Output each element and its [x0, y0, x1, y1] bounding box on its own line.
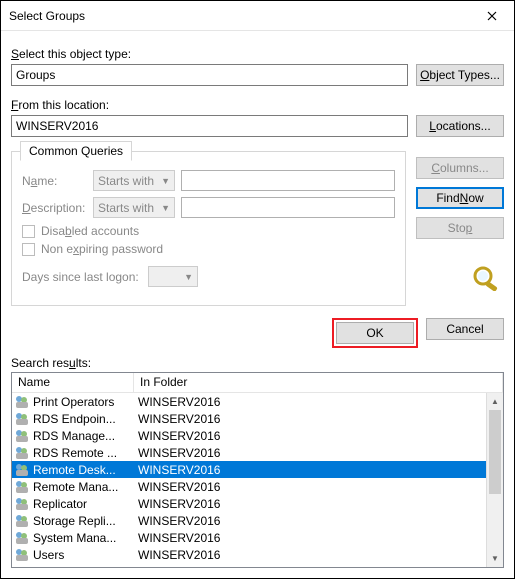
scrollbar[interactable]: ▲ ▼ — [486, 393, 503, 567]
checkbox-icon — [22, 243, 35, 256]
select-groups-dialog: Select Groups Select this object type: G… — [0, 0, 515, 579]
row-folder: WINSERV2016 — [134, 548, 503, 562]
description-label: Description: — [22, 201, 87, 215]
location-field: WINSERV2016 — [11, 115, 408, 137]
group-icon — [14, 428, 30, 444]
name-label: Name: — [22, 174, 87, 188]
days-since-combo: ▼ — [148, 266, 198, 287]
chevron-down-icon: ▼ — [184, 272, 193, 282]
scroll-down-icon[interactable]: ▼ — [487, 550, 503, 567]
column-headers[interactable]: Name In Folder — [12, 373, 503, 393]
common-queries-group: Common Queries Name: Starts with ▼ Descr… — [11, 151, 406, 306]
group-icon — [14, 513, 30, 529]
group-icon — [14, 530, 30, 546]
titlebar: Select Groups — [1, 1, 514, 31]
stop-button: Stop — [416, 217, 504, 239]
object-type-label: Select this object type: — [11, 47, 504, 61]
row-name: RDS Endpoin... — [33, 412, 134, 426]
row-name: RDS Manage... — [33, 429, 134, 443]
close-icon — [487, 11, 497, 21]
name-mode-combo: Starts with ▼ — [93, 170, 175, 191]
table-row[interactable]: Remote Desk...WINSERV2016 — [12, 461, 503, 478]
description-input[interactable] — [181, 197, 395, 218]
magnifier-icon — [470, 265, 504, 291]
scroll-thumb[interactable] — [489, 410, 501, 494]
search-results-label: Search results: — [11, 356, 504, 370]
row-name: RDS Remote ... — [33, 446, 134, 460]
common-queries-tab[interactable]: Common Queries — [20, 141, 132, 161]
table-row[interactable]: Print OperatorsWINSERV2016 — [12, 393, 503, 410]
object-types-button[interactable]: Object Types... — [416, 64, 504, 86]
row-folder: WINSERV2016 — [134, 531, 503, 545]
row-name: Replicator — [33, 497, 134, 511]
row-name: Users — [33, 548, 134, 562]
disabled-accounts-check: Disabled accounts — [22, 224, 395, 238]
group-icon — [14, 394, 30, 410]
table-row[interactable]: RDS Remote ...WINSERV2016 — [12, 444, 503, 461]
scroll-up-icon[interactable]: ▲ — [487, 393, 503, 410]
results-list[interactable]: Name In Folder Print OperatorsWINSERV201… — [11, 372, 504, 568]
object-type-field: Groups — [11, 64, 408, 86]
row-folder: WINSERV2016 — [134, 412, 503, 426]
table-row[interactable]: RDS Manage...WINSERV2016 — [12, 427, 503, 444]
ok-highlight: OK — [332, 318, 418, 348]
days-since-label: Days since last logon: — [22, 270, 142, 284]
from-location-label: From this location: — [11, 98, 504, 112]
desc-mode-text: Starts with — [98, 201, 154, 215]
description-mode-combo: Starts with ▼ — [93, 197, 175, 218]
table-row[interactable]: ReplicatorWINSERV2016 — [12, 495, 503, 512]
row-name: Storage Repli... — [33, 514, 134, 528]
row-folder: WINSERV2016 — [134, 514, 503, 528]
group-icon — [14, 445, 30, 461]
row-folder: WINSERV2016 — [134, 446, 503, 460]
row-name: Remote Desk... — [33, 463, 134, 477]
close-button[interactable] — [469, 1, 514, 30]
row-folder: WINSERV2016 — [134, 497, 503, 511]
row-folder: WINSERV2016 — [134, 429, 503, 443]
checkbox-icon — [22, 225, 35, 238]
name-mode-text: Starts with — [98, 174, 154, 188]
ok-button[interactable]: OK — [336, 322, 414, 344]
row-folder: WINSERV2016 — [134, 463, 503, 477]
col-name[interactable]: Name — [12, 373, 134, 392]
group-icon — [14, 547, 30, 563]
row-name: Remote Mana... — [33, 480, 134, 494]
find-now-button[interactable]: Find Now — [416, 187, 504, 209]
table-row[interactable]: Remote Mana...WINSERV2016 — [12, 478, 503, 495]
name-input[interactable] — [181, 170, 395, 191]
table-row[interactable]: RDS Endpoin...WINSERV2016 — [12, 410, 503, 427]
row-name: Print Operators — [33, 395, 134, 409]
chevron-down-icon: ▼ — [161, 203, 170, 213]
dialog-content: Select this object type: Groups Object T… — [1, 31, 514, 578]
window-title: Select Groups — [9, 9, 469, 23]
group-icon — [14, 411, 30, 427]
cancel-button[interactable]: Cancel — [426, 318, 504, 340]
group-icon — [14, 496, 30, 512]
group-icon — [14, 462, 30, 478]
row-folder: WINSERV2016 — [134, 395, 503, 409]
chevron-down-icon: ▼ — [161, 176, 170, 186]
table-row[interactable]: Storage Repli...WINSERV2016 — [12, 512, 503, 529]
col-folder[interactable]: In Folder — [134, 373, 503, 392]
columns-button: Columns... — [416, 157, 504, 179]
table-row[interactable]: UsersWINSERV2016 — [12, 546, 503, 563]
row-folder: WINSERV2016 — [134, 480, 503, 494]
table-row[interactable]: System Mana...WINSERV2016 — [12, 529, 503, 546]
scroll-track[interactable] — [487, 410, 503, 550]
group-icon — [14, 479, 30, 495]
row-name: System Mana... — [33, 531, 134, 545]
non-expiring-check: Non expiring password — [22, 242, 395, 256]
results-rows: Print OperatorsWINSERV2016RDS Endpoin...… — [12, 393, 503, 563]
locations-button[interactable]: Locations... — [416, 115, 504, 137]
